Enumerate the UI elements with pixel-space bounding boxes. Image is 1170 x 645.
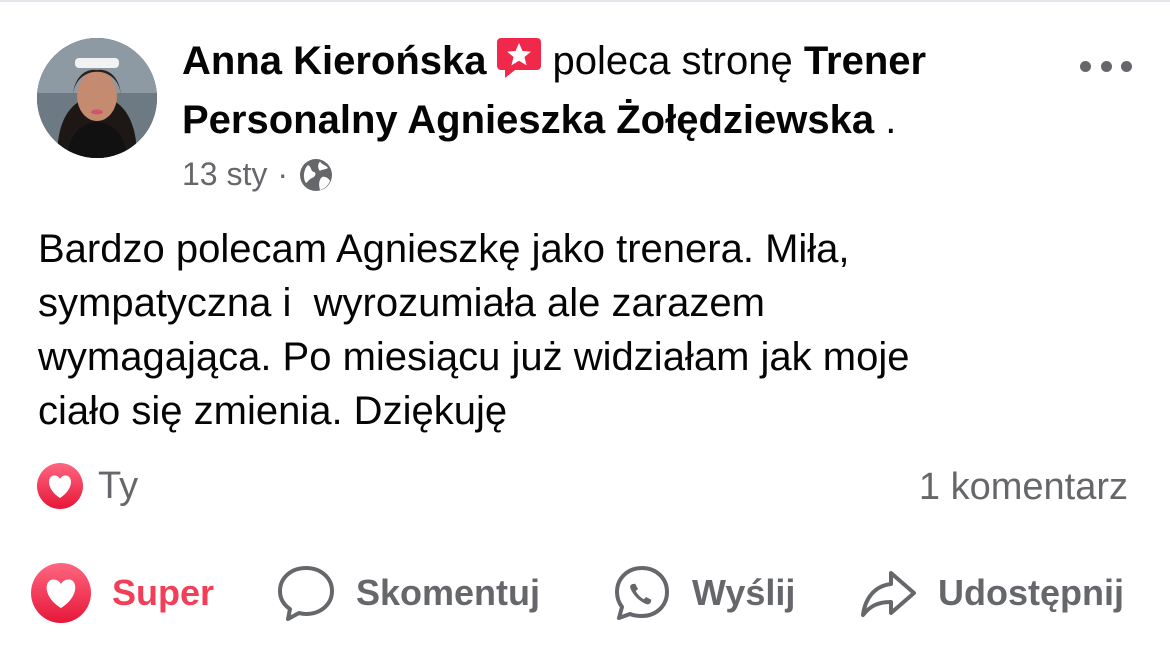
author-avatar[interactable] [37,38,157,158]
share-button[interactable]: Udostępnij [858,558,1124,628]
comment-bubble-icon [278,566,334,621]
send-label: Wyślij [692,572,796,613]
top-divider [0,0,1170,2]
more-options-icon[interactable] [1080,54,1132,78]
super-label: Super [112,572,215,613]
globe-icon[interactable] [298,157,334,193]
send-button[interactable]: Wyślij [612,558,795,628]
post-header: Anna Kierońska poleca stronę Trener Perso… [182,32,1062,150]
heart-icon [31,563,91,623]
more-dot [1080,60,1091,72]
avatar-image [37,38,157,158]
recommendation-star-icon [495,34,543,82]
post-meta: 13 sty · [182,156,334,193]
comment-label: Skomentuj [356,572,541,613]
messenger-icon [615,566,669,620]
more-dot [1121,60,1132,72]
meta-separator: · [277,156,289,192]
author-name[interactable]: Anna Kierońska [182,39,487,83]
recommends-text: poleca stronę [552,39,793,83]
post-date[interactable]: 13 sty [182,156,267,193]
share-arrow-icon [861,571,916,617]
reactions-summary[interactable]: Ty [36,462,138,510]
post-actions-bar: Super Skomentuj Wyślij Udostępnij [0,558,1170,628]
more-dot [1100,60,1112,72]
share-label: Udostępnij [938,572,1124,613]
reaction-names: Ty [98,464,139,507]
comment-button[interactable]: Skomentuj [276,558,540,628]
comments-count[interactable]: 1 komentarz [919,466,1128,509]
header-suffix: . [874,98,897,142]
love-reaction-icon [37,463,83,509]
super-button[interactable]: Super [30,558,214,628]
post-text: Bardzo polecam Agnieszkę jako trenera. M… [38,227,910,433]
